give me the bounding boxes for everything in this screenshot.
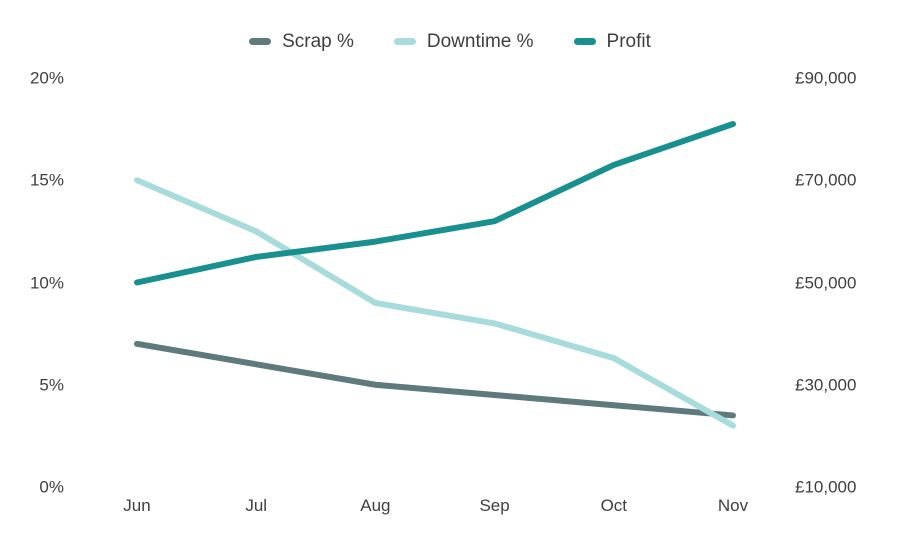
x-axis-tick-label: Aug (360, 496, 391, 515)
left-axis-tick-label: 10% (29, 273, 64, 292)
left-axis-tick-label: 0% (39, 477, 64, 497)
x-axis-tick-label: Nov (717, 496, 749, 515)
series-line[interactable] (134, 121, 736, 286)
chart-plot-area (0, 0, 900, 550)
left-axis-tick-label: 5% (39, 375, 64, 395)
series-canvas (134, 121, 736, 429)
x-axis-tick-label: Sep (479, 496, 510, 515)
left-axis-tick-label: 15% (29, 170, 64, 190)
x-axis-tick-label: Oct (600, 496, 628, 515)
line-chart: Scrap % Downtime % Profit 0% 5% 10% 15% 20% £1… (0, 0, 900, 550)
right-axis-tick-label: £90,000 (795, 68, 857, 88)
right-axis-tick-label: £30,000 (795, 375, 857, 395)
x-axis-tick-label: Jun (123, 496, 151, 515)
series-line[interactable] (134, 340, 736, 419)
left-axis-tick-label: 20% (29, 68, 64, 88)
right-axis-tick-label: £50,000 (795, 273, 857, 292)
x-axis-tick-label: Jul (245, 496, 268, 515)
right-axis-tick-label: £10,000 (795, 477, 857, 497)
right-axis-tick-label: £70,000 (795, 170, 857, 190)
